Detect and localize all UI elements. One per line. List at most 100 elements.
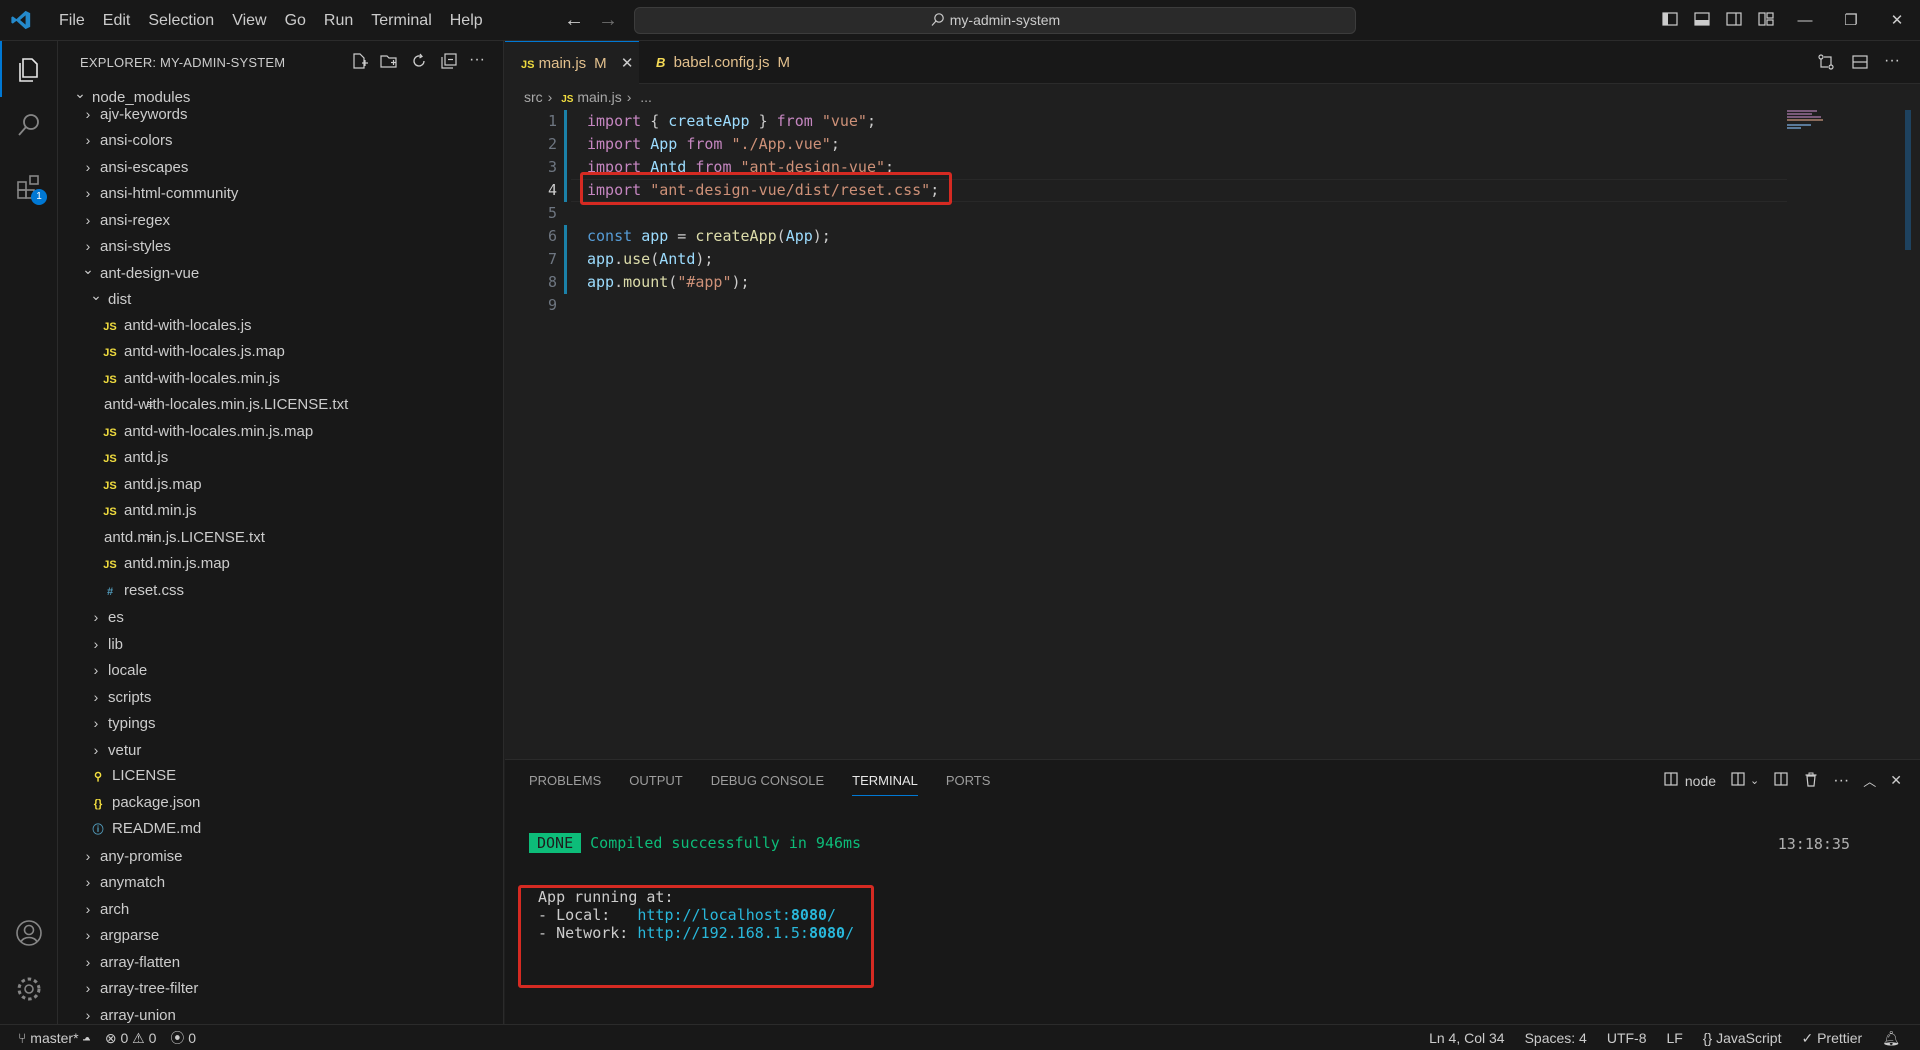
editor-scrollbar[interactable] <box>1905 110 1911 250</box>
tree-folder[interactable]: › locale <box>58 657 503 684</box>
tree-file[interactable]: JS antd-with-locales.min.js <box>58 366 503 393</box>
tree-file[interactable]: ⚲ LICENSE <box>58 763 503 790</box>
customize-layout-icon[interactable] <box>1756 9 1776 29</box>
toggle-secondary-sidebar-icon[interactable] <box>1724 9 1744 29</box>
maximize-panel-icon[interactable]: ︿ <box>1863 771 1876 790</box>
tree-folder[interactable]: › lib <box>58 631 503 658</box>
chevron-right-icon: › <box>85 953 91 970</box>
tree-folder[interactable]: › ajv-keywords <box>58 101 503 128</box>
split-editor-icon[interactable] <box>1850 52 1870 72</box>
gear-icon[interactable] <box>13 973 45 1005</box>
code-editor[interactable]: 1 import { createApp } from "vue"; 2 impor… <box>505 110 1787 760</box>
tree-folder[interactable]: › array-flatten <box>58 949 503 976</box>
restore-icon[interactable]: ❐ <box>1828 0 1874 41</box>
tree-folder[interactable]: ⌄ ant-design-vue <box>58 260 503 287</box>
back-arrow-icon[interactable]: ← <box>564 9 584 31</box>
more-actions-icon[interactable]: ··· <box>1884 52 1904 72</box>
breadcrumb-folder[interactable]: src <box>524 89 543 105</box>
problems-indicator[interactable]: ⊗ 0 ⚠ 0 <box>105 1025 157 1050</box>
toggle-panel-icon[interactable] <box>1692 9 1712 29</box>
chevron-right-icon: › <box>93 715 99 731</box>
tab-output[interactable]: OUTPUT <box>629 760 682 802</box>
tree-file[interactable]: ⓘ README.md <box>58 816 503 843</box>
tab-ports[interactable]: PORTS <box>946 760 991 802</box>
tree-folder[interactable]: › es <box>58 604 503 631</box>
tree-folder[interactable]: › ansi-html-community <box>58 180 503 207</box>
new-file-icon[interactable] <box>349 51 369 71</box>
tree-folder[interactable]: › ansi-colors <box>58 127 503 154</box>
forward-arrow-icon[interactable]: → <box>598 9 618 31</box>
prettier-status[interactable]: ✓ Prettier <box>1801 1025 1862 1050</box>
tree-folder[interactable]: › argparse <box>58 922 503 949</box>
tree-file[interactable]: JS antd.js <box>58 445 503 472</box>
tree-folder[interactable]: › vetur <box>58 737 503 764</box>
close-panel-icon[interactable]: ✕ <box>1890 772 1902 789</box>
tree-folder[interactable]: › anymatch <box>58 869 503 896</box>
bell-icon[interactable]: 🔔︎ <box>1882 1025 1900 1050</box>
trash-icon[interactable] <box>1803 771 1819 790</box>
breadcrumb-more[interactable]: ... <box>640 89 652 105</box>
tree-folder[interactable]: › ansi-regex <box>58 207 503 234</box>
tree-file[interactable]: JS antd-with-locales.min.js.map <box>58 419 503 446</box>
menu-item-go[interactable]: Go <box>276 0 315 41</box>
encoding[interactable]: UTF-8 <box>1607 1025 1647 1050</box>
tab-debug-console[interactable]: DEBUG CONSOLE <box>711 760 824 802</box>
collapse-all-icon[interactable] <box>439 51 459 71</box>
menu-item-run[interactable]: Run <box>315 0 362 41</box>
search-icon[interactable] <box>13 109 45 141</box>
terminal-shell-name[interactable]: node <box>1685 773 1716 789</box>
toggle-primary-sidebar-icon[interactable] <box>1660 9 1680 29</box>
tree-file[interactable]: JS antd.min.js.map <box>58 551 503 578</box>
tree-file[interactable]: JS antd.js.map <box>58 472 503 499</box>
split-terminal-icon[interactable] <box>1773 771 1789 790</box>
menu-item-file[interactable]: File <box>50 0 94 41</box>
refresh-icon[interactable] <box>409 51 429 71</box>
close-tab-icon[interactable]: ✕ <box>621 55 634 72</box>
tree-file[interactable]: {} package.json <box>58 790 503 817</box>
tree-file[interactable]: ≡ antd.min.js.LICENSE.txt <box>58 525 503 552</box>
compare-changes-icon[interactable] <box>1816 52 1836 72</box>
ports-indicator[interactable]: ⦿ 0 <box>170 1025 196 1050</box>
tree-folder[interactable]: › scripts <box>58 684 503 711</box>
command-center-search[interactable]: my-admin-system <box>634 7 1356 34</box>
branch-indicator[interactable]: ⑂ master* ☁ <box>18 1025 91 1050</box>
tree-folder[interactable]: › ansi-styles <box>58 233 503 260</box>
end-of-line[interactable]: LF <box>1667 1025 1683 1050</box>
tree-file[interactable]: JS antd-with-locales.js.map <box>58 339 503 366</box>
menu-item-edit[interactable]: Edit <box>94 0 140 41</box>
menu-item-terminal[interactable]: Terminal <box>362 0 440 41</box>
chevron-down-icon[interactable]: ⌄ <box>1750 774 1759 787</box>
tree-file[interactable]: JS antd.min.js <box>58 498 503 525</box>
breadcrumb-file[interactable]: main.js <box>577 89 621 105</box>
menu-item-view[interactable]: View <box>223 0 275 41</box>
tree-folder[interactable]: ⌄ dist <box>58 286 503 313</box>
tab-terminal[interactable]: TERMINAL <box>852 760 918 802</box>
new-terminal-split-icon[interactable] <box>1730 771 1746 790</box>
indentation[interactable]: Spaces: 4 <box>1525 1025 1587 1050</box>
language-mode[interactable]: {} JavaScript <box>1703 1025 1782 1050</box>
minimize-icon[interactable]: — <box>1782 0 1828 41</box>
accounts-icon[interactable] <box>13 917 45 949</box>
tree-file[interactable]: ≡ antd-with-locales.min.js.LICENSE.txt <box>58 392 503 419</box>
tab-main-js[interactable]: JS main.js M ✕ <box>505 41 639 84</box>
tab-babel-config[interactable]: B babel.config.js M <box>640 41 800 84</box>
cursor-position[interactable]: Ln 4, Col 34 <box>1429 1025 1505 1050</box>
tree-folder[interactable]: › typings <box>58 710 503 737</box>
tree-file[interactable]: JS antd-with-locales.js <box>58 313 503 340</box>
explorer-icon[interactable] <box>13 53 45 85</box>
tree-folder[interactable]: › any-promise <box>58 843 503 870</box>
tree-folder[interactable]: › array-union <box>58 1002 503 1025</box>
menu-item-help[interactable]: Help <box>441 0 492 41</box>
menu-item-selection[interactable]: Selection <box>139 0 223 41</box>
new-folder-icon[interactable] <box>379 51 399 71</box>
more-actions-icon[interactable]: ··· <box>1833 772 1849 790</box>
tree-file[interactable]: # reset.css <box>58 578 503 605</box>
tree-folder[interactable]: › ansi-escapes <box>58 154 503 181</box>
more-actions-icon[interactable]: ··· <box>469 51 489 71</box>
tree-folder[interactable]: › arch <box>58 896 503 923</box>
close-window-icon[interactable]: ✕ <box>1874 0 1920 41</box>
tree-folder[interactable]: › array-tree-filter <box>58 975 503 1002</box>
js-file-icon: JS <box>103 479 117 492</box>
compile-timestamp: 13:18:35 <box>1777 835 1850 853</box>
tab-problems[interactable]: PROBLEMS <box>529 760 601 802</box>
